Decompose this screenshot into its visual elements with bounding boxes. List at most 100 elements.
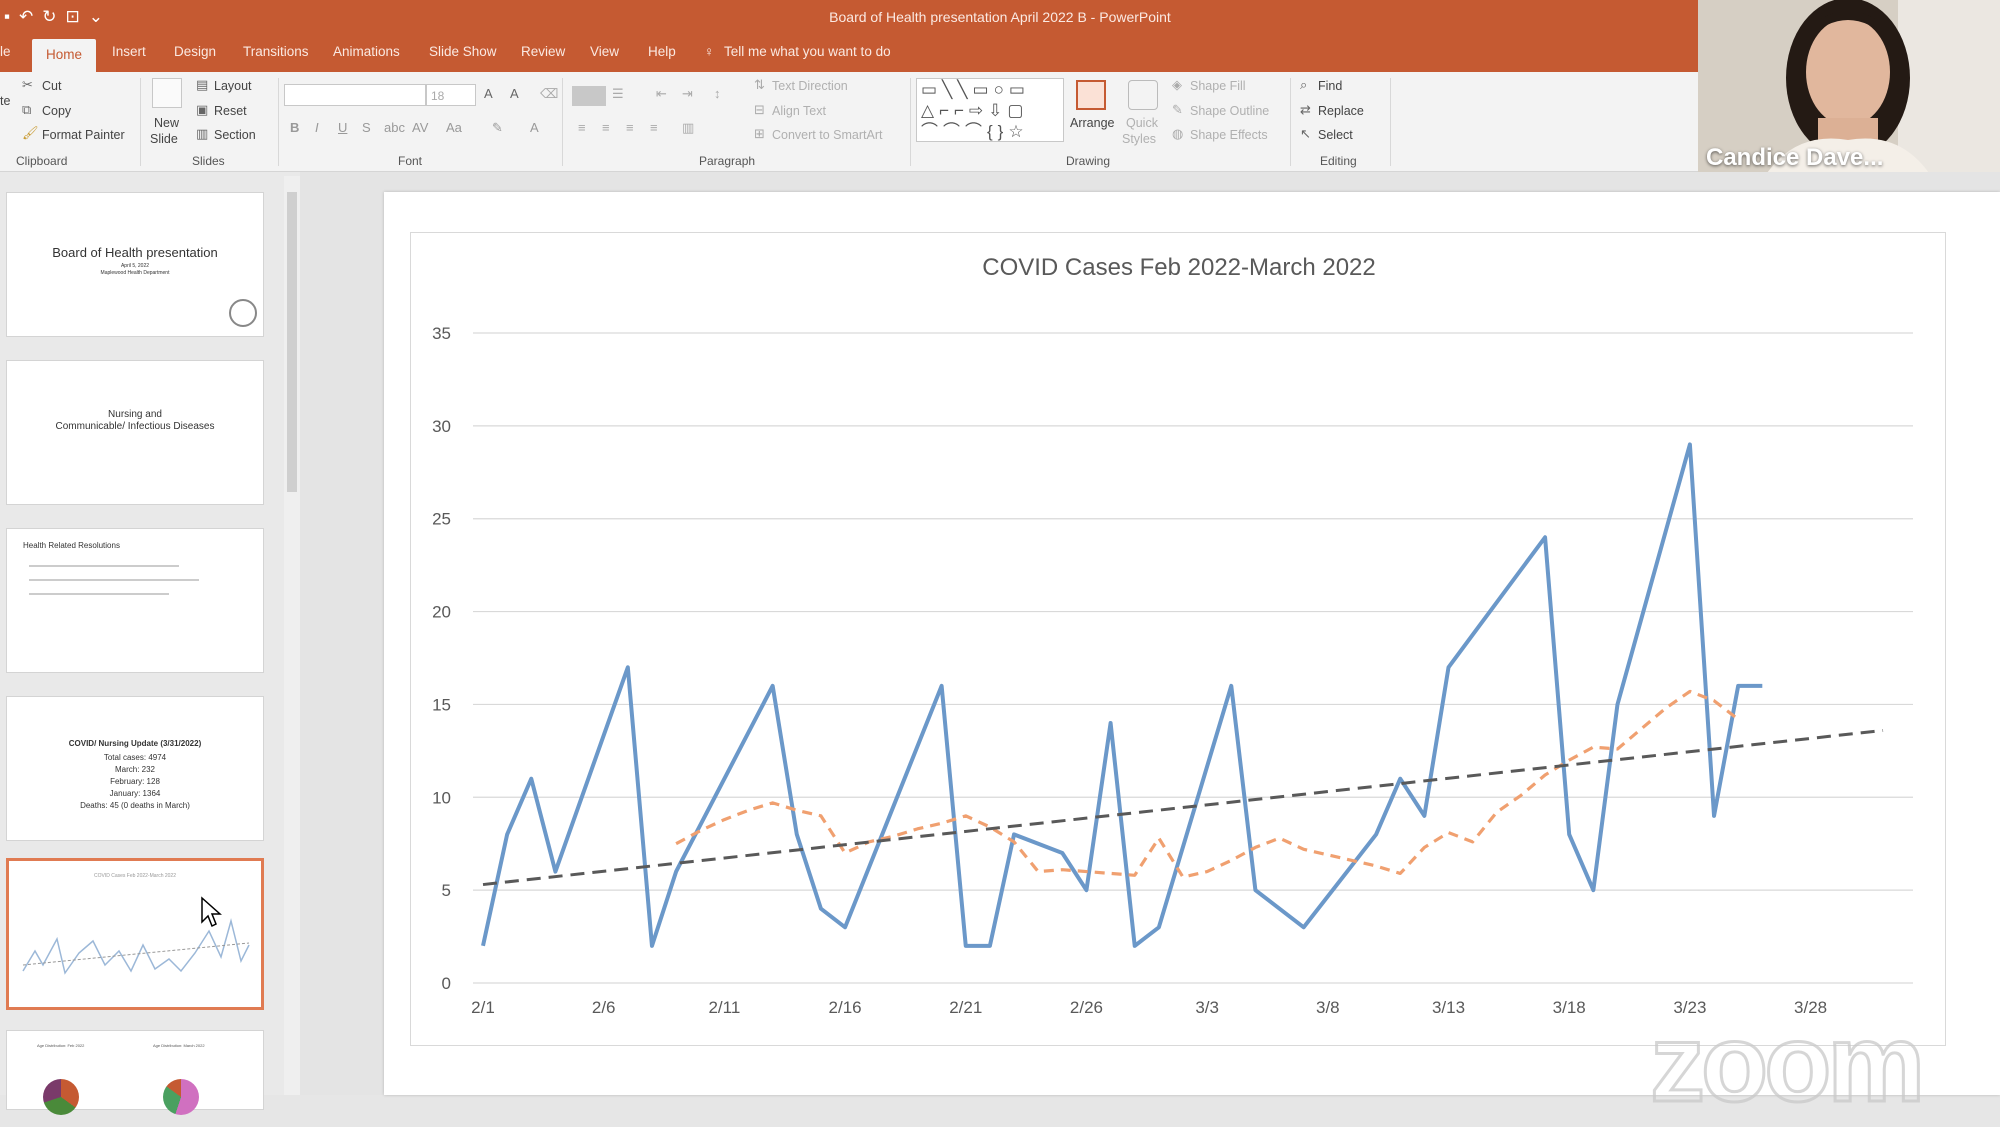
arrange-button[interactable]: Arrange	[1070, 116, 1114, 130]
highlight-icon[interactable]: ✎	[492, 120, 503, 136]
smartart-icon: ⊞	[754, 126, 765, 141]
x-tick-label: 2/6	[592, 998, 616, 1017]
change-case-icon[interactable]: Aa	[446, 120, 462, 135]
numbering-icon[interactable]: ☰	[612, 86, 624, 102]
tab-slide-show[interactable]: Slide Show	[429, 44, 497, 59]
align-center-icon[interactable]: ≡	[602, 120, 610, 135]
ribbon-separator	[1390, 78, 1391, 166]
copy-button[interactable]: Copy	[42, 104, 71, 118]
thumb-title: Board of Health presentation	[52, 245, 218, 260]
cut-button[interactable]: Cut	[42, 79, 61, 93]
bold-icon[interactable]: B	[290, 120, 299, 135]
thumb-line: Total cases: 4974	[103, 753, 167, 762]
shapes-gallery[interactable]: ▭╲╲▭○▭ △⌐⌐⇨⇩▢ ⌒⌒⌒{}☆	[916, 78, 1064, 142]
x-tick-label: 2/21	[949, 998, 982, 1017]
shape-outline-icon: ✎	[1172, 102, 1183, 117]
thumb-chart	[22, 918, 250, 975]
thumb-title: Nursing and	[108, 409, 162, 420]
decrease-indent-icon[interactable]: ⇤	[656, 86, 667, 102]
increase-indent-icon[interactable]: ⇥	[682, 86, 693, 102]
slide-thumbnail-6[interactable]: Age Distribution: Feb 2022 Age Distribut…	[6, 1030, 264, 1115]
bullets-icon[interactable]	[572, 86, 606, 106]
y-tick-label: 30	[432, 417, 451, 436]
quick-styles-button[interactable]: Quick	[1126, 116, 1158, 130]
y-tick-label: 5	[442, 881, 451, 900]
clear-format-icon[interactable]: ⌫	[540, 86, 558, 102]
new-slide-button-line2[interactable]: Slide	[150, 132, 178, 146]
slide-thumbnail-5-selected[interactable]: COVID Cases Feb 2022-March 2022	[6, 858, 264, 1010]
mouse-cursor-icon	[201, 896, 222, 928]
underline-icon[interactable]: U	[338, 120, 347, 135]
ribbon-separator	[278, 78, 279, 166]
font-name-combobox[interactable]	[284, 84, 426, 106]
align-left-icon[interactable]: ≡	[578, 120, 586, 135]
chart-svg: COVID Cases Feb 2022-March 2022 0 5 10 15 20 2…	[432, 254, 1913, 1017]
format-painter-button[interactable]: Format Painter	[42, 128, 125, 142]
tab-transitions[interactable]: Transitions	[243, 44, 309, 59]
find-button[interactable]: Find	[1318, 79, 1342, 93]
strikethrough-icon[interactable]: abc	[384, 120, 405, 135]
tell-me-search[interactable]: Tell me what you want to do	[724, 44, 891, 59]
shadow-icon[interactable]: S	[362, 120, 371, 135]
italic-icon[interactable]: I	[315, 120, 319, 135]
decrease-font-icon[interactable]: A	[510, 86, 519, 101]
columns-icon[interactable]: ▥	[682, 120, 694, 136]
covid-cases-chart[interactable]: COVID Cases Feb 2022-March 2022 0 5 10 15 20 2…	[410, 232, 1946, 1046]
slide-thumbnail-3[interactable]: Health Related Resolutions	[6, 528, 264, 673]
slide-thumbnail-4[interactable]: COVID/ Nursing Update (3/31/2022) Total …	[6, 696, 264, 841]
tab-animations[interactable]: Animations	[333, 44, 400, 59]
clipboard-group-label: Clipboard	[16, 154, 68, 168]
replace-button[interactable]: Replace	[1318, 104, 1364, 118]
layout-button[interactable]: Layout	[214, 79, 252, 93]
select-button[interactable]: Select	[1318, 128, 1353, 142]
arrange-icon	[1076, 80, 1106, 110]
increase-font-icon[interactable]: A	[484, 86, 493, 101]
text-direction-button[interactable]: Text Direction	[772, 79, 848, 93]
participant-name: Candice Dave...	[1706, 144, 1884, 171]
format-painter-icon: 🖌	[22, 125, 39, 140]
font-size-combobox[interactable]: 18	[426, 84, 476, 106]
new-slide-button[interactable]: New	[154, 116, 179, 130]
thumb-subtitle: April 5, 2022	[120, 263, 150, 269]
paste-label[interactable]: te	[0, 94, 10, 108]
font-color-icon[interactable]: A	[530, 120, 539, 135]
align-right-icon[interactable]: ≡	[626, 120, 634, 135]
slide-thumbnail-2[interactable]: Nursing and Communicable/ Infectious Dis…	[6, 360, 264, 505]
seal-logo	[229, 299, 257, 327]
thumb-line: March: 232	[114, 765, 156, 774]
shape-outline-button[interactable]: Shape Outline	[1190, 104, 1269, 118]
shape-fill-button[interactable]: Shape Fill	[1190, 79, 1246, 93]
webcam-video: Candice Dave...	[1698, 0, 2000, 188]
editing-group-label: Editing	[1320, 154, 1357, 168]
x-tick-label: 2/11	[708, 998, 740, 1017]
reset-button[interactable]: Reset	[214, 104, 247, 118]
line-spacing-icon[interactable]: ↕	[714, 86, 721, 101]
quick-styles-button-line2[interactable]: Styles	[1122, 132, 1156, 146]
tab-review[interactable]: Review	[521, 44, 565, 59]
x-tick-label: 3/13	[1432, 998, 1465, 1017]
thumb-bullet	[29, 593, 169, 595]
tab-insert[interactable]: Insert	[112, 44, 146, 59]
section-icon: ▥	[196, 126, 209, 141]
tab-file[interactable]: le	[0, 44, 11, 59]
tab-home[interactable]: Home	[32, 39, 97, 72]
new-slide-icon	[152, 78, 182, 108]
thumbnail-scrollbar[interactable]	[284, 176, 300, 1095]
slide-thumbnail-1[interactable]: Board of Health presentation April 5, 20…	[6, 192, 264, 337]
section-button[interactable]: Section	[214, 128, 256, 142]
y-tick-label: 20	[432, 603, 451, 622]
ribbon-separator	[562, 78, 563, 166]
convert-smartart-button[interactable]: Convert to SmartArt	[772, 128, 882, 142]
x-tick-label: 3/18	[1553, 998, 1586, 1017]
tab-design[interactable]: Design	[174, 44, 216, 59]
x-tick-label: 3/3	[1195, 998, 1219, 1017]
char-spacing-icon[interactable]: AV	[412, 120, 428, 135]
chart-title: COVID Cases Feb 2022-March 2022	[982, 254, 1376, 281]
shape-effects-button[interactable]: Shape Effects	[1190, 128, 1268, 142]
tab-help[interactable]: Help	[648, 44, 676, 59]
scrollbar-thumb[interactable]	[287, 192, 297, 492]
pie-chart-thumb	[163, 1079, 199, 1115]
align-text-button[interactable]: Align Text	[772, 104, 826, 118]
justify-icon[interactable]: ≡	[650, 120, 658, 135]
tab-view[interactable]: View	[590, 44, 619, 59]
